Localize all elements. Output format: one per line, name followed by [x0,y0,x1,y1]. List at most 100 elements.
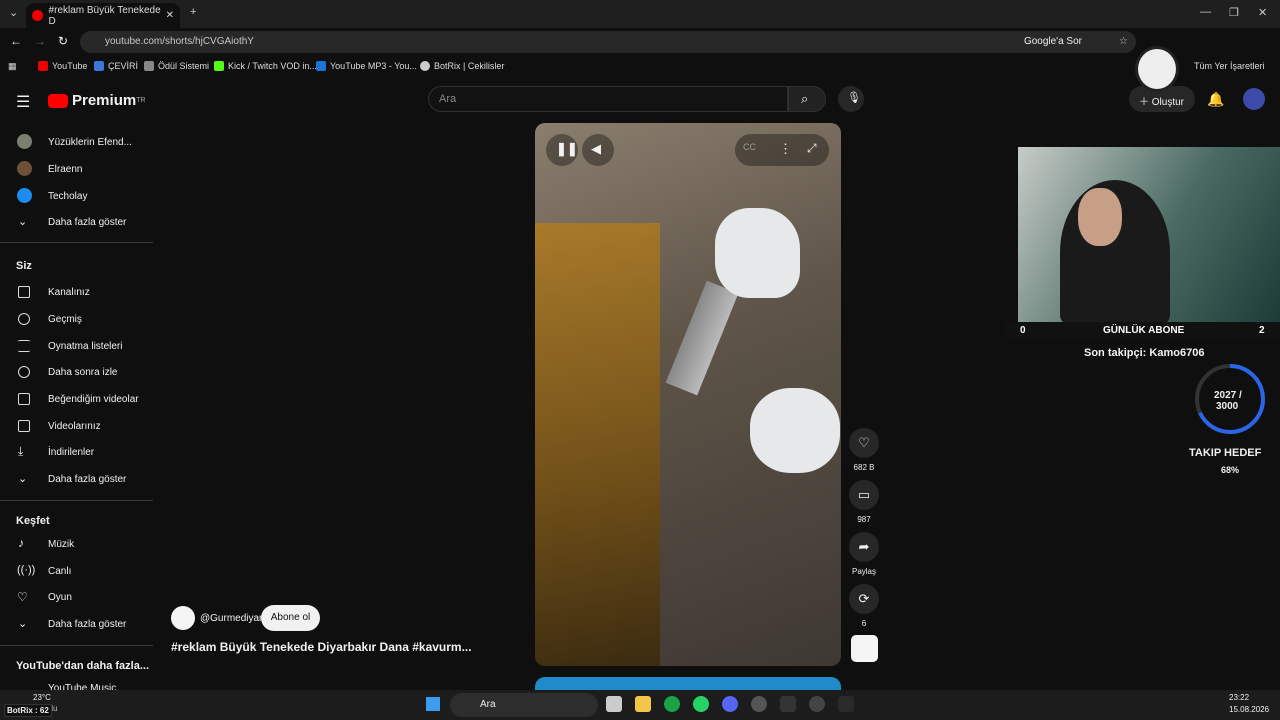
apps-icon[interactable]: ▦ [8,61,17,72]
show-more-explore[interactable]: Daha fazla göster [48,619,126,630]
remix-icon: ⟳ [858,591,870,606]
volume-button[interactable]: ◀ [582,134,614,166]
comment-button[interactable]: ▭ [849,480,879,510]
discord-icon[interactable] [722,696,738,712]
create-label: Oluştur [1151,97,1185,108]
reload-icon[interactable]: ↻ [58,34,68,48]
video-top-controls: CC ⋮ ⤢ [735,134,829,166]
captions-icon[interactable]: CC [743,142,756,152]
sidebar-item-playlists[interactable]: Oynatma listeleri [48,341,122,352]
clock-date[interactable]: 15.08.2026 [1229,705,1269,714]
obs-icon[interactable] [751,696,767,712]
bookmark-ceviri[interactable]: ÇEVİRİ [94,61,138,71]
video-hand [750,388,840,473]
sound-thumbnail[interactable] [851,635,878,662]
brand-country: TR [136,97,146,104]
bookmark-mp3[interactable]: YouTube MP3 - You... [316,61,417,71]
remix-count: 6 [861,619,867,628]
next-short-preview[interactable] [535,677,841,690]
youtube-logo[interactable]: Premium TR [48,92,146,109]
goal-target: 3000 [1216,401,1239,412]
sub-avatar-1 [17,134,32,149]
mic-icon: 🎙 [847,92,861,104]
sidebar-item-channel[interactable]: Kanalınız [48,287,90,298]
video-knife [665,280,739,396]
show-more-you[interactable]: Daha fazla göster [48,474,126,485]
close-window-icon[interactable]: ✕ [1258,6,1267,19]
sidebar-item-liked[interactable]: Beğendiğim videolar [48,394,139,405]
playlist-icon [18,340,30,352]
clock-time[interactable]: 23:22 [1229,693,1249,702]
restore-icon[interactable]: ❐ [1229,6,1239,19]
comment-icon: ▭ [857,487,871,502]
forward-icon[interactable]: → [34,34,46,48]
remix-button[interactable]: ⟳ [849,584,879,614]
goal-current: 2027 / [1214,390,1242,401]
search-button[interactable]: ⌕ [788,86,826,112]
sub-avatar-3 [17,188,32,203]
goal-percent: 68% [1221,465,1240,475]
sidebar-item-gaming[interactable]: Oyun [48,592,72,603]
channel-avatar[interactable] [171,606,195,630]
bookmarks-bar: ▦ YouTube ÇEVİRİ Ödül Sistemi Kick / Twi… [0,56,1280,78]
bookmark-all[interactable]: Tüm Yer İşaretleri [1194,61,1265,71]
tab-close-icon[interactable]: ✕ [166,10,174,21]
taskbar-search[interactable]: Ara [450,693,598,717]
bookmark-kick[interactable]: Kick / Twitch VOD in... [214,61,317,71]
channel-name[interactable]: @Gurmediyar [200,613,262,624]
sidebar-item-live[interactable]: Canlı [48,566,71,577]
short-video[interactable]: ❚❚ ◀ CC ⋮ ⤢ [535,123,841,666]
search-icon: ⌕ [801,91,809,106]
windows-start-icon[interactable] [426,697,440,711]
tab-menu-icon[interactable]: ⌄ [9,6,18,19]
sub-item-2[interactable]: Elraenn [48,164,82,175]
you-heading[interactable]: Siz [16,260,32,272]
share-button[interactable]: ➦ [849,532,879,562]
sub-item-3[interactable]: Techolay [48,191,87,202]
video-tin [535,223,660,666]
google-ask-button[interactable]: Google'a Sor [1024,31,1082,53]
weather-temp[interactable]: 23°C [33,693,51,702]
chevron-down-icon: ⌄ [18,618,28,630]
daily-subs-left: 0 [1020,325,1026,336]
sidebar-item-music[interactable]: Müzik [48,539,74,550]
menu-icon[interactable]: ☰ [16,92,30,112]
chrome-icon[interactable] [664,696,680,712]
taskview-icon[interactable] [606,696,622,712]
whatsapp-icon[interactable] [693,696,709,712]
show-more-subs[interactable]: Daha fazla göster [48,217,126,228]
sidebar-item-history[interactable]: Geçmiş [48,314,82,325]
bookmark-youtube[interactable]: YouTube [38,61,87,71]
fullscreen-icon[interactable]: ⤢ [807,141,817,156]
star-icon[interactable]: ☆ [1119,31,1128,53]
music-icon: ♪ [18,536,24,550]
bookmark-odul[interactable]: Ödül Sistemi [144,61,209,71]
download-icon: ⤓ [18,444,24,458]
short-title[interactable]: #reklam Büyük Tenekede Diyarbakır Dana #… [171,640,472,654]
sub-item-1[interactable]: Yüzüklerin Efend... [48,137,132,148]
sidebar-item-watch-later[interactable]: Daha sonra izle [48,367,117,378]
sidebar-item-your-videos[interactable]: Videolarınız [48,421,101,432]
mic-button[interactable]: 🎙 [838,86,864,112]
sidebar-item-downloads[interactable]: İndirilenler [48,447,94,458]
back-icon[interactable]: ← [10,34,22,48]
pause-button[interactable]: ❚❚ [546,134,578,166]
subscribe-button[interactable]: Abone ol [261,605,320,631]
minimize-icon[interactable]: — [1200,6,1211,18]
live-icon: ((·)) [17,564,36,576]
url-field[interactable]: youtube.com/shorts/hjCVGAiothY Google'a … [80,31,1136,53]
like-button[interactable]: ♡ [849,428,879,458]
chatgpt-icon[interactable] [809,696,825,712]
taskbar-search-label: Ara [480,699,496,710]
explorer-icon[interactable] [635,696,651,712]
terminal-icon[interactable] [780,696,796,712]
bell-icon[interactable]: 🔔 [1207,91,1224,108]
bookmark-botrix[interactable]: BotRix | Cekilisler [420,61,504,71]
browser-tab[interactable]: #reklam Büyük Tenekede D ✕ [26,3,180,28]
new-tab-icon[interactable]: + [190,6,196,18]
search-input[interactable]: Ara [428,86,788,112]
divider [0,645,153,646]
avatar[interactable] [1243,88,1265,110]
more-icon[interactable]: ⋮ [779,141,792,157]
app-icon[interactable] [838,696,854,712]
